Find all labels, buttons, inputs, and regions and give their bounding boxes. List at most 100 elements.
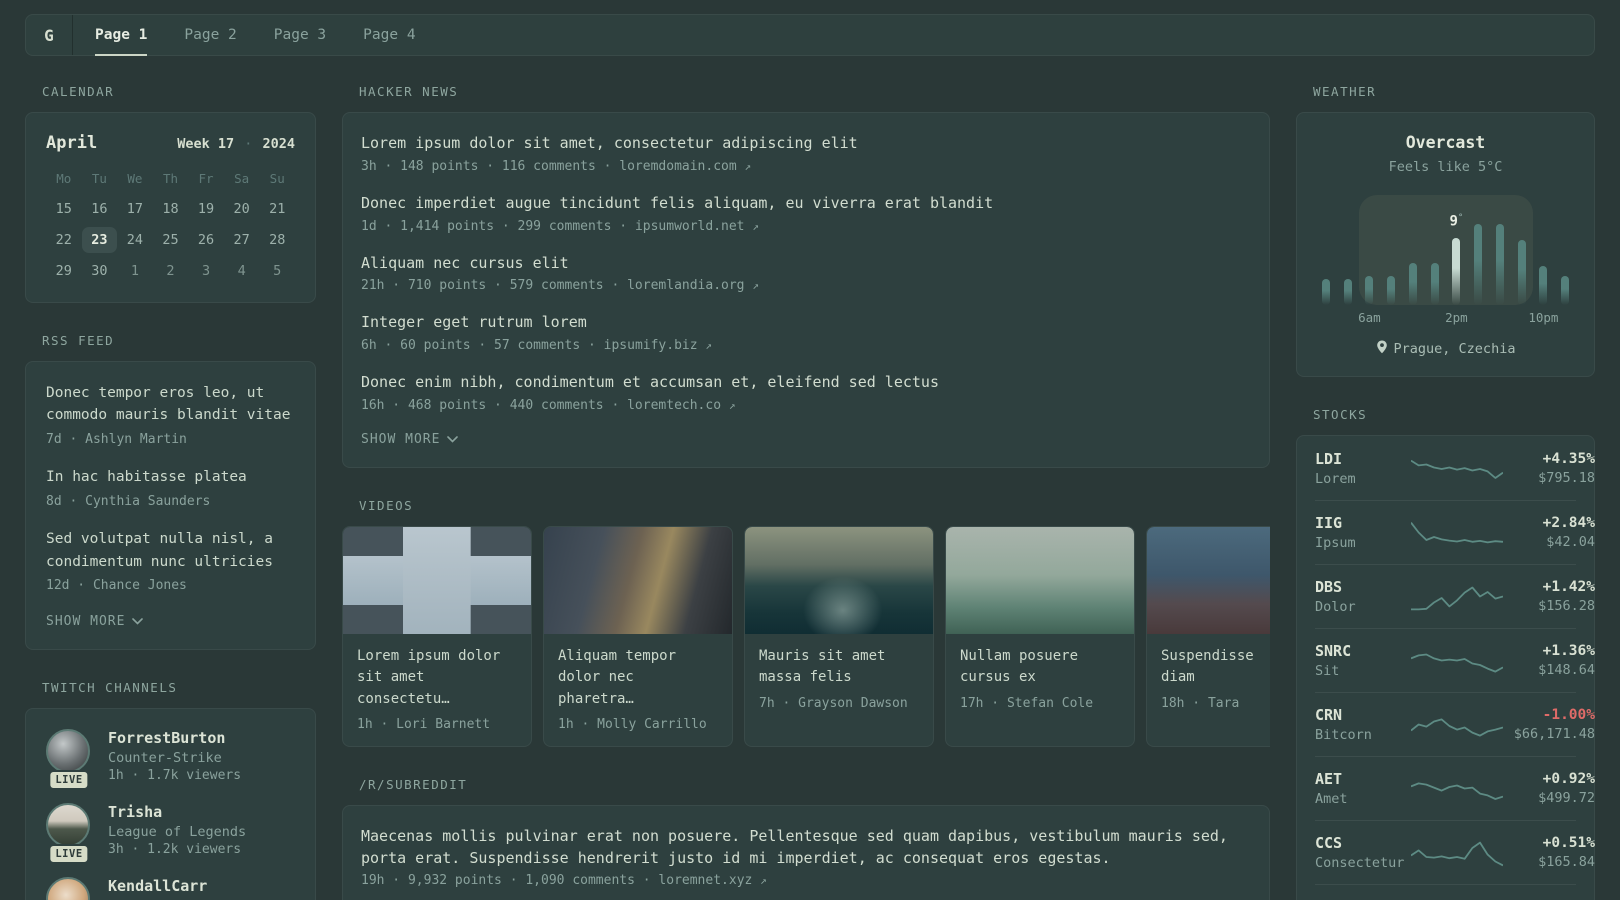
stock-values: +1.42% $156.28 bbox=[1503, 579, 1595, 614]
weather-bar bbox=[1387, 276, 1396, 305]
rss-item: Sed volutpat nulla nisl, a condimentum n… bbox=[46, 528, 295, 595]
stock-row[interactable]: DBS Dolor +1.42% $156.28 bbox=[1315, 564, 1595, 628]
twitch-channel-name[interactable]: Trisha bbox=[108, 803, 246, 821]
stock-name: Amet bbox=[1315, 791, 1348, 807]
hackernews-widget: HACKER NEWS Lorem ipsum dolor sit amet, … bbox=[342, 84, 1270, 468]
calendar-weekday: Th bbox=[162, 171, 179, 186]
twitch-channel-name[interactable]: ForrestBurton bbox=[108, 729, 241, 747]
weather-bar-slot bbox=[1424, 189, 1446, 305]
section-label-hackernews: HACKER NEWS bbox=[359, 84, 459, 99]
avatar[interactable] bbox=[46, 728, 90, 773]
calendar-weekday: Su bbox=[269, 171, 285, 186]
rss-card: Donec tempor eros leo, ut commodo mauris… bbox=[25, 361, 316, 650]
stock-sparkline bbox=[1411, 707, 1503, 743]
weather-bar bbox=[1408, 263, 1417, 305]
stock-row[interactable]: IIG Ipsum +2.84% $42.04 bbox=[1315, 500, 1595, 564]
hackernews-title[interactable]: Integer eget rutrum lorem bbox=[361, 312, 1251, 334]
video-thumbnail[interactable] bbox=[1147, 526, 1270, 634]
calendar-header: April Week 17 · 2024 bbox=[46, 133, 295, 153]
video-time: 1h · bbox=[357, 716, 397, 732]
video-thumbnail[interactable] bbox=[745, 526, 933, 634]
video-title[interactable]: Nullam posuere cursus ex bbox=[960, 646, 1120, 690]
twitch-channel-row[interactable]: LIVE Trisha League of Legends 3h · 1.2k vie… bbox=[46, 802, 295, 864]
stock-id: AET Amet bbox=[1315, 770, 1411, 807]
external-link-icon: ↗ bbox=[728, 398, 736, 412]
stock-row[interactable]: AET Amet +0.92% $499.72 bbox=[1315, 756, 1595, 820]
tab-page-4[interactable]: Page 4 bbox=[363, 15, 415, 55]
hackernews-title[interactable]: Lorem ipsum dolor sit amet, consectetur … bbox=[361, 133, 1251, 155]
video-title[interactable]: Lorem ipsum dolor sit amet consectetu… bbox=[357, 646, 517, 711]
calendar-card: April Week 17 · 2024 Mo Tu We Th Fr Sa Su 15 16… bbox=[25, 112, 316, 303]
twitch-channel-name[interactable]: KendallCarr bbox=[108, 877, 207, 895]
tab-page-2[interactable]: Page 2 bbox=[184, 15, 236, 55]
hackernews-domain-link[interactable]: ipsumify.biz ↗ bbox=[604, 338, 712, 353]
hackernews-domain-link[interactable]: loremdomain.com ↗ bbox=[619, 159, 751, 174]
calendar-weekday: We bbox=[127, 171, 143, 186]
stock-row[interactable]: CRN Bitcorn -1.00% $66,171.48 bbox=[1315, 692, 1595, 756]
hackernews-domain-link[interactable]: loremlandia.org ↗ bbox=[627, 278, 759, 293]
stock-symbol: CRN bbox=[1315, 706, 1343, 724]
avatar[interactable] bbox=[46, 876, 90, 900]
hackernews-domain-link[interactable]: ipsumworld.net ↗ bbox=[635, 219, 759, 234]
stock-row[interactable]: CCS Consectetur +0.51% $165.84 bbox=[1315, 820, 1595, 884]
video-author-link[interactable]: Molly Carrillo bbox=[597, 717, 707, 732]
left-column: CALENDAR April Week 17 · 2024 Mo Tu We Th Fr… bbox=[25, 84, 316, 900]
twitch-channel-row[interactable]: LIVE ForrestBurton Counter-Strike 1h · 1.7k… bbox=[46, 728, 295, 790]
hackernews-title[interactable]: Aliquam nec cursus elit bbox=[361, 253, 1251, 275]
stock-price: $66,171.48 bbox=[1513, 726, 1595, 742]
rss-item-title[interactable]: Sed volutpat nulla nisl, a condimentum n… bbox=[46, 528, 295, 573]
video-thumbnail[interactable] bbox=[343, 526, 531, 634]
video-title[interactable]: Aliquam tempor dolor nec pharetra… bbox=[558, 646, 718, 711]
video-author-link[interactable]: Tara bbox=[1208, 696, 1239, 711]
hackernews-domain-link[interactable]: loremtech.co ↗ bbox=[627, 398, 735, 413]
video-author-link[interactable]: Grayson Dawson bbox=[798, 696, 908, 711]
stock-row[interactable]: AHS+0.46% bbox=[1315, 884, 1576, 900]
video-card: Lorem ipsum dolor sit amet consectetu… 1h… bbox=[342, 525, 532, 747]
rss-item-title[interactable]: Donec tempor eros leo, ut commodo mauris… bbox=[46, 382, 295, 427]
rss-item-meta: 7d · Ashlyn Martin bbox=[46, 431, 187, 447]
hackernews-meta: 6h · 60 points · 57 comments · ipsumify.… bbox=[361, 338, 1251, 353]
hackernews-title[interactable]: Donec enim nibh, condimentum et accumsan… bbox=[361, 372, 1251, 394]
hackernews-meta-text: 3h · 148 points · 116 comments · bbox=[361, 158, 620, 174]
twitch-avatar-wrap: LIVE bbox=[46, 876, 92, 900]
calendar-week-year: Week 17 · 2024 bbox=[177, 136, 295, 152]
video-thumbnail[interactable] bbox=[544, 526, 732, 634]
stock-price: $165.84 bbox=[1538, 854, 1595, 870]
weather-time-labels: 6am 2pm 10pm bbox=[1315, 310, 1576, 326]
hackernews-show-more-button[interactable]: SHOW MORE bbox=[361, 432, 1251, 447]
calendar-day: 29 bbox=[55, 263, 72, 279]
subreddit-post-domain-link[interactable]: loremnet.xyz ↗ bbox=[658, 873, 766, 888]
hackernews-title[interactable]: Donec imperdiet augue tincidunt felis al… bbox=[361, 193, 1251, 215]
avatar[interactable] bbox=[46, 802, 90, 847]
calendar-day: 21 bbox=[269, 201, 286, 217]
weather-bar bbox=[1430, 263, 1439, 305]
hackernews-meta: 16h · 468 points · 440 comments · loremt… bbox=[361, 398, 1251, 413]
hackernews-item: Aliquam nec cursus elit 21h · 710 points … bbox=[361, 253, 1251, 294]
section-label-calendar: CALENDAR bbox=[42, 84, 115, 99]
home-logo[interactable]: G bbox=[26, 15, 73, 55]
video-title[interactable]: Suspendisse diam bbox=[1161, 646, 1270, 690]
video-card-body: Nullam posuere cursus ex 17h · Stefan Col… bbox=[946, 634, 1134, 725]
video-author-link[interactable]: Lori Barnett bbox=[396, 717, 490, 732]
stock-values: +0.51% $165.84 bbox=[1503, 835, 1595, 870]
weather-widget: WEATHER Overcast Feels like 5°C 9° 6am 2p… bbox=[1296, 84, 1595, 377]
video-title[interactable]: Mauris sit amet massa felis bbox=[759, 646, 919, 690]
twitch-channel-row[interactable]: LIVE KendallCarr bbox=[46, 876, 295, 900]
subreddit-post-title[interactable]: Maecenas mollis pulvinar erat non posuer… bbox=[361, 826, 1251, 870]
stock-row[interactable]: LDI Lorem +4.35% $795.18 bbox=[1315, 436, 1595, 500]
stock-values: +2.84% $42.04 bbox=[1503, 515, 1595, 550]
rss-widget: RSS FEED Donec tempor eros leo, ut commo… bbox=[25, 333, 316, 650]
location-pin-icon bbox=[1376, 340, 1388, 358]
tab-page-1[interactable]: Page 1 bbox=[95, 15, 148, 56]
tab-page-3[interactable]: Page 3 bbox=[274, 15, 326, 55]
hackernews-item: Donec imperdiet augue tincidunt felis al… bbox=[361, 193, 1251, 234]
calendar-weekday: Tu bbox=[91, 171, 107, 186]
video-thumbnail[interactable] bbox=[946, 526, 1134, 634]
stock-row[interactable]: SNRC Sit +1.36% $148.64 bbox=[1315, 628, 1595, 692]
calendar-day: 22 bbox=[55, 232, 72, 248]
calendar-day: 24 bbox=[126, 232, 144, 248]
rss-item-title[interactable]: In hac habitasse platea bbox=[46, 466, 295, 488]
weather-bar-slot bbox=[1337, 189, 1359, 305]
rss-show-more-button[interactable]: SHOW MORE bbox=[46, 614, 295, 629]
video-author-link[interactable]: Stefan Cole bbox=[1007, 696, 1093, 711]
